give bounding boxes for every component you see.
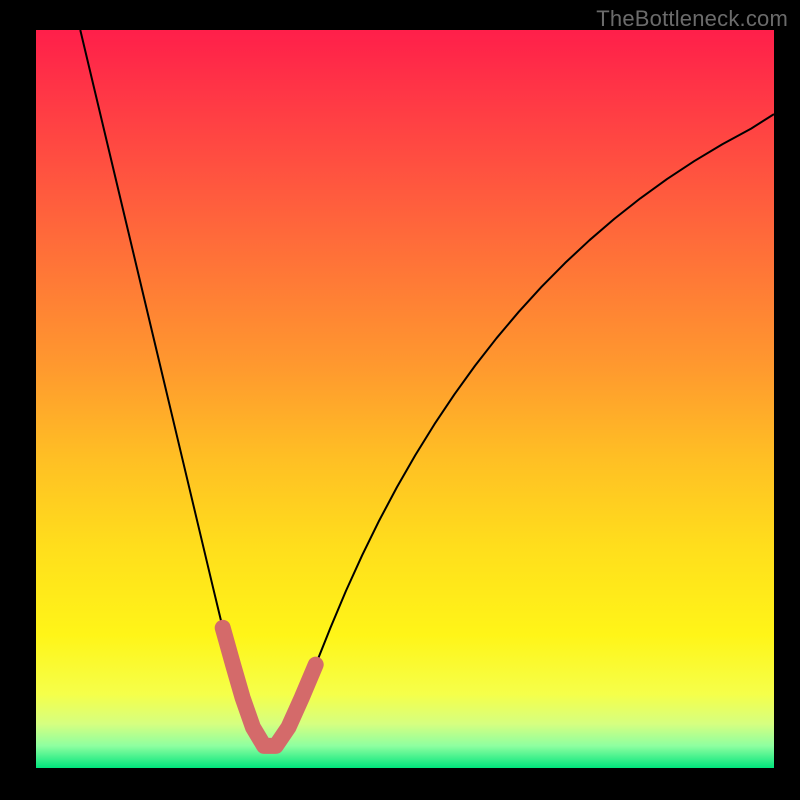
plot-area bbox=[36, 30, 774, 768]
bottleneck-curve bbox=[80, 30, 774, 746]
chart-frame: TheBottleneck.com bbox=[0, 0, 800, 800]
minimum-marker bbox=[223, 628, 316, 746]
watermark-text: TheBottleneck.com bbox=[596, 6, 788, 32]
chart-svg bbox=[36, 30, 774, 768]
